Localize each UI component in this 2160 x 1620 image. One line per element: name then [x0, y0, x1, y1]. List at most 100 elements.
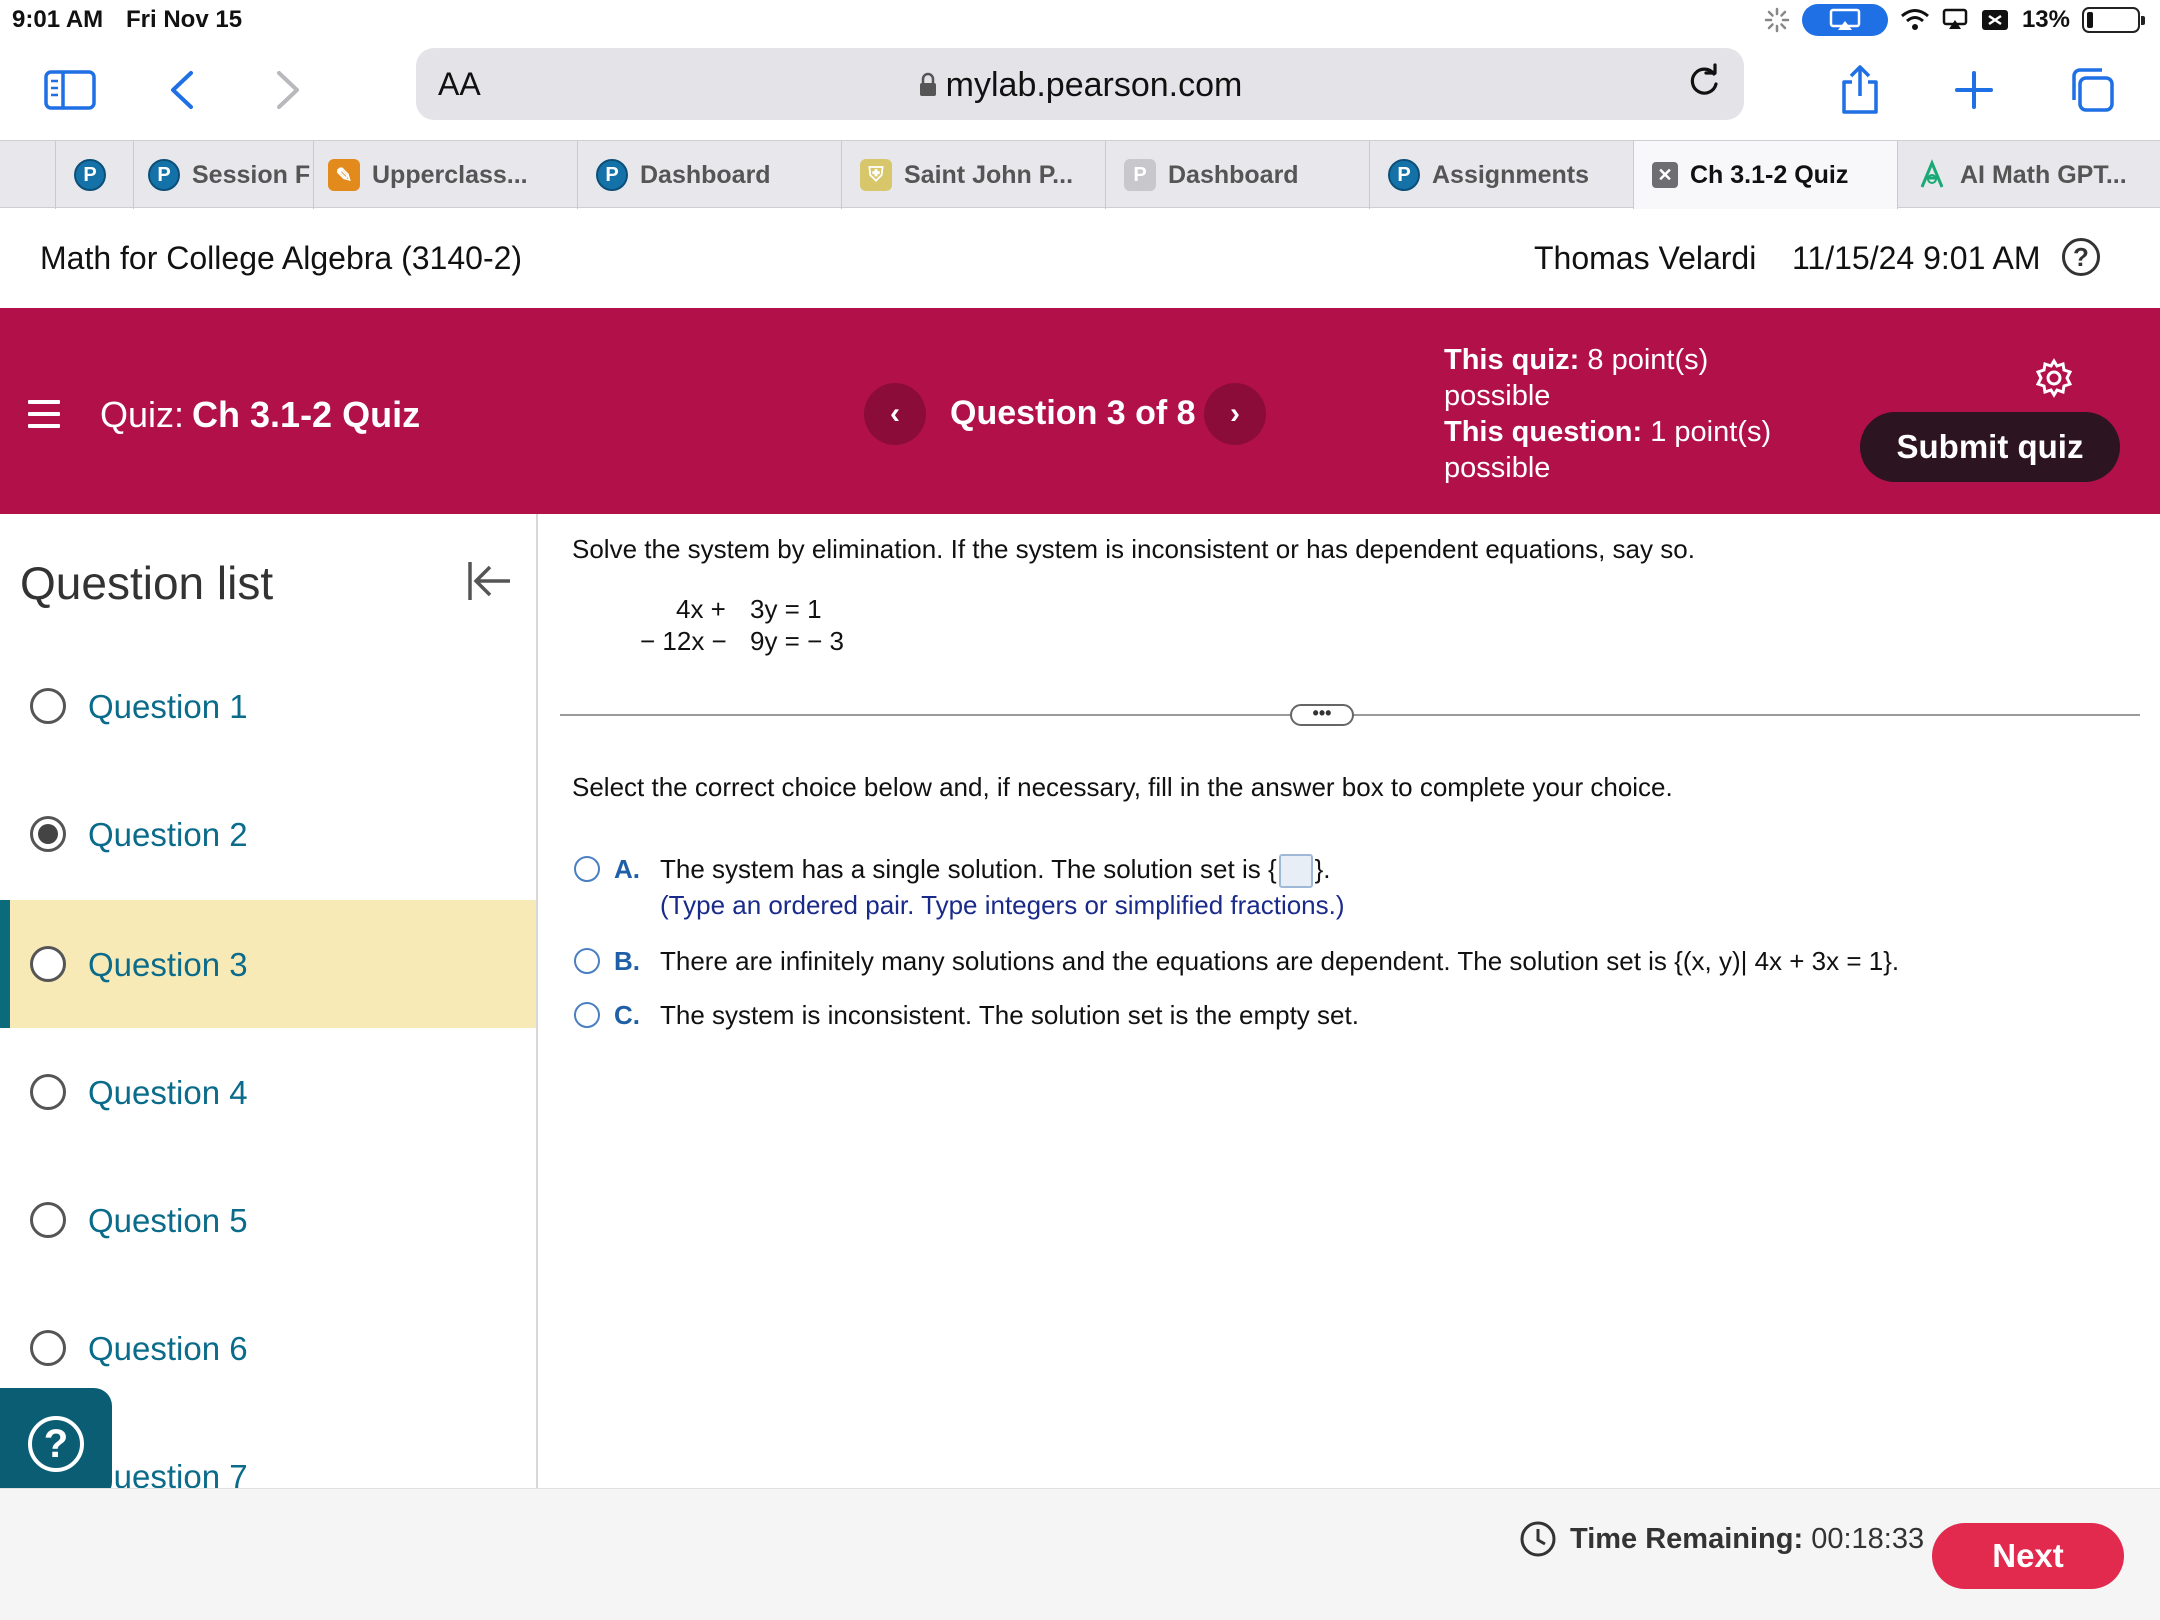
- question-mark-icon: ?: [28, 1416, 84, 1472]
- tab-5[interactable]: P Dashboard: [578, 141, 842, 209]
- question-list-item[interactable]: Question 4: [0, 1028, 536, 1156]
- tab-9[interactable]: AI Math GPT...: [1898, 141, 2142, 209]
- question-counter: Question 3 of 8: [950, 394, 1196, 432]
- tab-3[interactable]: P Session F: [134, 141, 314, 209]
- battery-icon: [2082, 7, 2145, 33]
- status-date: Fri Nov 15: [126, 6, 243, 33]
- question-status-radio-answered: [30, 816, 66, 852]
- battery-percent: 13%: [2021, 6, 2070, 33]
- pearson-icon: P: [148, 159, 180, 191]
- answer-input-box[interactable]: [1278, 854, 1313, 889]
- time-remaining-value: 00:18:33: [1811, 1523, 1925, 1555]
- tab-label: Assignments: [1432, 160, 1589, 189]
- help-floating-button[interactable]: ?: [0, 1388, 112, 1500]
- tab-bar: P P Session F ✎ Upperclass... P Dashboar…: [0, 140, 2160, 209]
- choice-c-text: The system is inconsistent. The solution…: [660, 1000, 1359, 1030]
- address-bar[interactable]: AA mylab.pearson.com: [416, 48, 1744, 120]
- next-button[interactable]: Next: [1932, 1523, 2124, 1589]
- new-tab-icon[interactable]: [1942, 58, 2006, 122]
- time-remaining-label: Time Remaining:: [1570, 1523, 1804, 1555]
- reload-icon[interactable]: [1684, 62, 1724, 102]
- clock-icon: [1520, 1521, 1556, 1557]
- quiz-name: Ch 3.1-2 Quiz: [192, 394, 421, 435]
- battery-level: [2087, 12, 2094, 28]
- back-icon[interactable]: [150, 58, 214, 122]
- question-link[interactable]: Question 5: [88, 1202, 248, 1240]
- equation-2-right: 9y = − 3: [750, 626, 844, 656]
- url-text: mylab.pearson.com: [945, 66, 1243, 104]
- help-icon[interactable]: ?: [2062, 238, 2100, 276]
- question-status-radio: [30, 688, 66, 724]
- choice-a-radio[interactable]: [574, 856, 600, 882]
- status-icons: 13%: [1764, 4, 2145, 36]
- wifi-icon: [1900, 9, 1929, 30]
- pearson-icon: P: [1388, 159, 1420, 191]
- settings-gear-icon[interactable]: [2034, 358, 2074, 398]
- question-link[interactable]: Question 3: [88, 946, 248, 984]
- choice-a-text-after: }.: [1314, 854, 1331, 884]
- equation-2-left: − 12x −: [640, 626, 727, 656]
- question-link[interactable]: Question 2: [88, 816, 248, 854]
- choice-letter: C.: [614, 1000, 640, 1030]
- question-status-radio: [30, 1202, 66, 1238]
- tab-label: Upperclass...: [372, 160, 528, 189]
- close-tab-icon[interactable]: ✕: [1652, 162, 1678, 188]
- url-display[interactable]: mylab.pearson.com: [416, 66, 1744, 105]
- sidebar-toggle-icon[interactable]: [38, 58, 102, 122]
- tab-label: Ch 3.1-2 Quiz: [1690, 160, 1849, 189]
- choice-a[interactable]: A. The system has a single solution. The…: [574, 854, 2074, 930]
- quiz-banner: Quiz: Ch 3.1-2 Quiz ‹ Question 3 of 8 › T…: [0, 308, 2160, 514]
- tab-1[interactable]: [0, 141, 56, 209]
- question-prompt: Solve the system by elimination. If the …: [572, 534, 1695, 564]
- collapse-panel-icon[interactable]: [464, 556, 514, 606]
- choice-b-radio[interactable]: [574, 948, 600, 974]
- math-gpt-icon: [1920, 159, 1944, 188]
- choice-b[interactable]: B. There are infinitely many solutions a…: [574, 946, 2074, 980]
- quiz-label: Quiz:: [100, 394, 185, 435]
- tab-7[interactable]: P Dashboard: [1106, 141, 1370, 209]
- tab-label: Saint John P...: [904, 160, 1074, 189]
- tab-6[interactable]: ⛨ Saint John P...: [842, 141, 1106, 209]
- choice-c-radio[interactable]: [574, 1002, 600, 1028]
- date-time: 11/15/24 9:01 AM: [1792, 240, 2041, 276]
- question-list-item[interactable]: Question 2: [0, 770, 536, 898]
- question-list-item[interactable]: Question 1: [0, 642, 536, 770]
- screen-mirroring-icon: [1801, 4, 1888, 36]
- this-question-label: This question:: [1444, 416, 1643, 448]
- tab-2[interactable]: P: [56, 141, 134, 209]
- submit-quiz-button[interactable]: Submit quiz: [1860, 412, 2120, 482]
- question-panel: Solve the system by elimination. If the …: [540, 514, 2160, 1488]
- tab-overview-icon[interactable]: [2060, 58, 2124, 122]
- answer-instruction: Select the correct choice below and, if …: [572, 772, 1673, 802]
- question-link[interactable]: Question 4: [88, 1074, 248, 1112]
- previous-question-button[interactable]: ‹: [864, 383, 926, 445]
- choice-letter: A.: [614, 854, 640, 884]
- user-name: Thomas Velardi: [1534, 240, 1757, 276]
- forward-icon[interactable]: [256, 58, 320, 122]
- tab-active-quiz[interactable]: ✕ Ch 3.1-2 Quiz: [1634, 141, 1898, 209]
- school-crest-icon: ⛨: [860, 159, 892, 191]
- screen-record-icon: [1981, 10, 2008, 30]
- expand-more-button[interactable]: •••: [1290, 704, 1354, 726]
- menu-icon[interactable]: [28, 400, 60, 436]
- tab-8[interactable]: P Assignments: [1370, 141, 1634, 209]
- course-title: Math for College Algebra (3140-2): [40, 240, 523, 276]
- question-list-panel: Question list Question 1 Question 2 Ques…: [0, 514, 538, 1488]
- question-list-item-current[interactable]: Question 3: [0, 900, 536, 1028]
- tab-4[interactable]: ✎ Upperclass...: [314, 141, 578, 209]
- choice-a-text: The system has a single solution. The so…: [660, 854, 1331, 889]
- choice-letter: B.: [614, 946, 640, 976]
- pencil-app-icon: ✎: [328, 159, 360, 191]
- question-link[interactable]: Question 6: [88, 1330, 248, 1368]
- tab-label: AI Math GPT...: [1960, 160, 2127, 189]
- points-info: This quiz: 8 point(s) possible This ques…: [1444, 342, 1774, 486]
- quiz-title: Quiz: Ch 3.1-2 Quiz: [100, 394, 420, 436]
- share-icon[interactable]: [1828, 58, 1892, 122]
- tab-label: Session F: [192, 160, 311, 189]
- next-question-button[interactable]: ›: [1204, 383, 1266, 445]
- question-link[interactable]: Question 1: [88, 688, 248, 726]
- quiz-footer: Time Remaining: 00:18:33 Next: [0, 1488, 2160, 1620]
- choice-c[interactable]: C. The system is inconsistent. The solut…: [574, 1000, 2074, 1034]
- choice-b-text: There are infinitely many solutions and …: [660, 946, 1900, 976]
- question-list-item[interactable]: Question 5: [0, 1156, 536, 1284]
